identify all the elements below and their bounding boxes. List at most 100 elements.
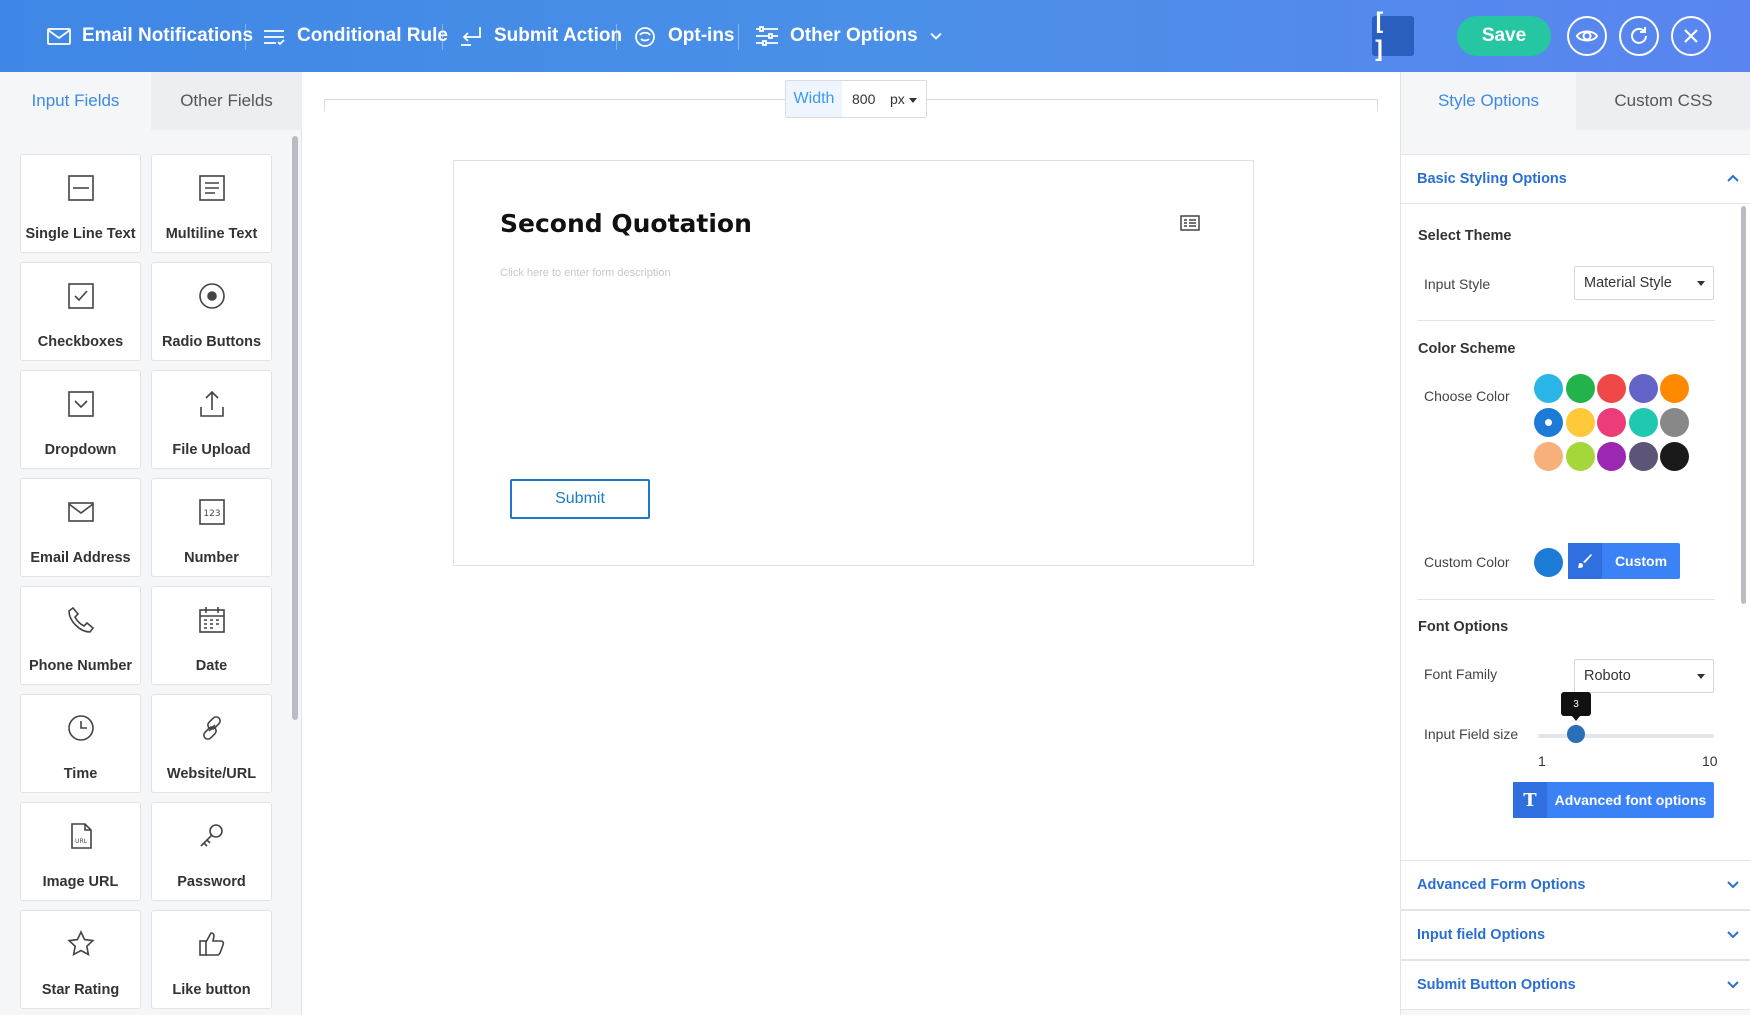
section-label: Input field Options <box>1417 927 1546 943</box>
save-button[interactable]: Save <box>1457 16 1551 56</box>
field-time[interactable]: Time <box>20 694 141 793</box>
advanced-font-options-button[interactable]: T Advanced font options <box>1513 782 1714 818</box>
nav-submit-action[interactable]: Submit Action <box>458 0 622 72</box>
color-swatch[interactable] <box>1534 374 1563 403</box>
field-file-upload[interactable]: File Upload <box>151 370 272 469</box>
color-swatch[interactable] <box>1660 374 1689 403</box>
color-swatch[interactable] <box>1597 442 1626 471</box>
field-multiline-text[interactable]: Multiline Text <box>151 154 272 253</box>
tab-style-options[interactable]: Style Options <box>1401 72 1576 130</box>
stamp-icon <box>635 27 655 47</box>
field-label: Single Line Text <box>25 226 136 242</box>
form-description[interactable]: Click here to enter form description <box>500 267 671 279</box>
chevron-down-icon <box>1727 981 1739 989</box>
field-image-url[interactable]: URL Image URL <box>20 802 141 901</box>
input-field-size-slider[interactable] <box>1538 734 1714 738</box>
preview-button[interactable] <box>1567 16 1607 56</box>
tab-input-fields[interactable]: Input Fields <box>0 72 151 130</box>
width-unit-select[interactable]: px <box>884 91 917 107</box>
field-label: Date <box>195 658 228 674</box>
right-panel: Style Options Custom CSS Basic Styling O… <box>1400 72 1750 1015</box>
field-date[interactable]: Date <box>151 586 272 685</box>
field-number[interactable]: 123 Number <box>151 478 272 577</box>
section-basic-styling[interactable]: Basic Styling Options <box>1401 154 1750 204</box>
field-label: Multiline Text <box>165 226 258 242</box>
field-email-address[interactable]: Email Address <box>20 478 141 577</box>
nav-email-notifications-label: Email Notifications <box>82 25 254 46</box>
custom-color-preview[interactable] <box>1534 548 1563 577</box>
color-scheme-title: Color Scheme <box>1418 341 1516 357</box>
tab-custom-css[interactable]: Custom CSS <box>1576 72 1750 130</box>
field-label: Dropdown <box>44 442 117 458</box>
field-phone-number[interactable]: Phone Number <box>20 586 141 685</box>
shortcode-button[interactable]: [ ] <box>1372 8 1414 64</box>
form-submit-button[interactable]: Submit <box>510 479 650 519</box>
basic-styling-body: Select Theme Input Style Material Style … <box>1401 204 1750 860</box>
close-button[interactable] <box>1671 16 1711 56</box>
field-password[interactable]: Password <box>151 802 272 901</box>
form-settings-icon[interactable] <box>1180 215 1200 231</box>
field-label: Image URL <box>42 874 119 890</box>
color-swatch[interactable] <box>1628 374 1658 403</box>
nav-other-options[interactable]: Other Options <box>754 0 944 72</box>
left-scrollbar[interactable] <box>292 136 298 720</box>
color-swatch[interactable] <box>1565 442 1595 471</box>
caret-down-icon <box>908 97 917 103</box>
font-family-value: Roboto <box>1584 668 1631 684</box>
calendar-icon <box>198 607 225 633</box>
field-website-url[interactable]: Website/URL <box>151 694 272 793</box>
color-swatch[interactable] <box>1628 442 1658 471</box>
envelope-icon <box>47 28 71 45</box>
field-label: Star Rating <box>41 982 120 998</box>
paintbrush-icon <box>1568 543 1602 579</box>
color-swatch[interactable] <box>1628 408 1658 437</box>
slider-handle[interactable] <box>1567 725 1585 743</box>
field-checkboxes[interactable]: Checkboxes <box>20 262 141 361</box>
color-swatch[interactable] <box>1597 408 1626 437</box>
input-style-label: Input Style <box>1424 276 1491 292</box>
form-title[interactable]: Second Quotation <box>500 209 752 238</box>
field-like-button[interactable]: Like button <box>151 910 272 1009</box>
nav-conditional-rule[interactable]: Conditional Rule <box>261 0 448 72</box>
tab-other-fields[interactable]: Other Fields <box>151 72 302 130</box>
field-dropdown[interactable]: Dropdown <box>20 370 141 469</box>
right-scrollbar[interactable] <box>1741 206 1746 604</box>
form-preview: Second Quotation Click here to enter for… <box>453 160 1254 566</box>
color-swatch[interactable] <box>1597 374 1626 403</box>
nav-opt-ins[interactable]: Opt-ins <box>632 0 735 72</box>
nav-email-notifications[interactable]: Email Notifications <box>46 0 253 72</box>
text-format-icon: T <box>1513 782 1547 818</box>
width-input[interactable]: 800 <box>842 91 884 107</box>
color-swatch[interactable] <box>1534 408 1563 437</box>
section-advanced-form-options[interactable]: Advanced Form Options <box>1401 860 1750 910</box>
svg-text:123: 123 <box>203 509 220 519</box>
link-icon <box>202 716 221 740</box>
color-swatch[interactable] <box>1534 442 1563 471</box>
field-radio-buttons[interactable]: Radio Buttons <box>151 262 272 361</box>
field-star-rating[interactable]: Star Rating <box>20 910 141 1009</box>
form-canvas: Width 800 px Second Quotation Click here… <box>302 72 1400 1015</box>
font-family-select[interactable]: Roboto <box>1574 659 1714 693</box>
field-label: Time <box>63 766 98 782</box>
nav-submit-action-label: Submit Action <box>494 25 623 46</box>
caret-down-icon <box>1697 281 1705 286</box>
field-single-line-text[interactable]: Single Line Text <box>20 154 141 253</box>
top-toolbar: Email Notifications Conditional Rule Sub… <box>0 0 1750 72</box>
chevron-down-icon <box>1727 881 1739 889</box>
choose-color-label: Choose Color <box>1424 388 1510 404</box>
custom-color-button[interactable]: Custom <box>1568 543 1680 579</box>
color-swatch[interactable] <box>1660 408 1689 437</box>
section-input-field-options[interactable]: Input field Options <box>1401 910 1750 960</box>
color-swatch[interactable] <box>1565 374 1595 403</box>
radio-icon <box>198 283 225 309</box>
section-label: Submit Button Options <box>1417 977 1576 993</box>
multiline-icon <box>198 175 225 201</box>
reset-button[interactable] <box>1619 16 1659 56</box>
refresh-icon <box>1631 27 1647 44</box>
color-swatch[interactable] <box>1565 408 1595 437</box>
single-line-icon <box>67 175 94 201</box>
email-icon <box>67 502 94 522</box>
input-style-select[interactable]: Material Style <box>1574 266 1714 300</box>
section-submit-button-options[interactable]: Submit Button Options <box>1401 960 1750 1010</box>
color-swatch[interactable] <box>1660 442 1689 471</box>
